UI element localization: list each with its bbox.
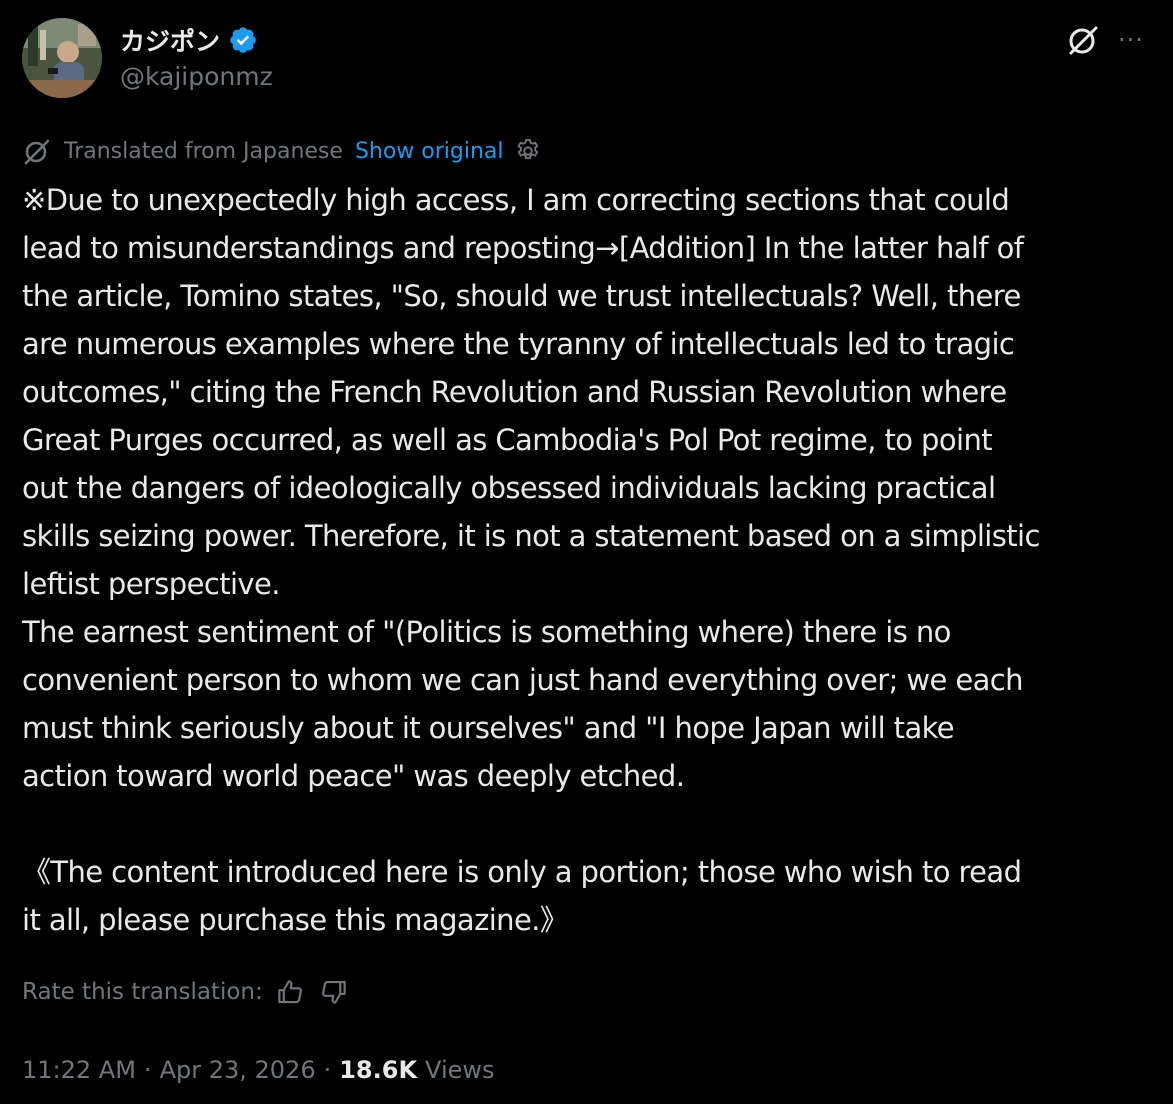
thumbs-down-icon[interactable]: [319, 977, 349, 1007]
author-handle[interactable]: @kajiponmz: [120, 62, 273, 91]
tweet-text-line: outcomes," citing the French Revolution …: [22, 375, 1007, 409]
views-label: Views: [425, 1056, 495, 1084]
views-count: 18.6K: [339, 1056, 418, 1084]
tweet-text-line: out the dangers of ideologically obsesse…: [22, 471, 996, 505]
tweet-text-line: lead to misunderstandings and reposting→…: [22, 231, 1024, 265]
tweet-text-line: [22, 800, 1157, 848]
grok-icon[interactable]: [1063, 20, 1103, 60]
tweet-text-line: it all, please purchase this magazine.》: [22, 903, 569, 937]
tweet-text: ※Due to unexpectedly high access, I am c…: [22, 176, 1157, 944]
rate-translation-label: Rate this translation:: [22, 979, 263, 1005]
meta-separator: ·: [323, 1056, 332, 1084]
post: カジポン @kajiponmz ··· Translated from Japa…: [0, 0, 1173, 1104]
translate-icon: [22, 136, 52, 166]
tweet-text-line: are numerous examples where the tyranny …: [22, 327, 1015, 361]
tweet-text-line: ※Due to unexpectedly high access, I am c…: [22, 183, 1010, 217]
rate-translation: Rate this translation:: [22, 972, 349, 1012]
tweet-text-line: action toward world peace" was deeply et…: [22, 759, 685, 793]
post-header: カジポン @kajiponmz ···: [22, 18, 1151, 102]
translation-bar: Translated from Japanese Show original: [22, 134, 542, 168]
show-original-link[interactable]: Show original: [355, 139, 504, 164]
post-date[interactable]: Apr 23, 2026: [160, 1056, 316, 1084]
tweet-text-line: must think seriously about it ourselves"…: [22, 711, 955, 745]
more-icon[interactable]: ···: [1111, 20, 1151, 60]
tweet-text-line: The earnest sentiment of "(Politics is s…: [22, 615, 951, 649]
post-meta: 11:22 AM · Apr 23, 2026 · 18.6K Views: [22, 1050, 495, 1090]
header-actions: ···: [1063, 20, 1151, 60]
display-name[interactable]: カジポン: [120, 22, 220, 58]
translated-from-label: Translated from Japanese: [64, 138, 343, 164]
tweet-text-line: convenient person to whom we can just ha…: [22, 663, 1023, 697]
display-name-row: カジポン: [120, 22, 273, 58]
tweet-text-line: the article, Tomino states, "So, should …: [22, 279, 1021, 313]
avatar[interactable]: [22, 18, 102, 98]
meta-separator: ·: [143, 1056, 152, 1084]
thumbs-up-icon[interactable]: [275, 977, 305, 1007]
verified-badge-icon[interactable]: [228, 25, 258, 55]
author-names: カジポン @kajiponmz: [120, 22, 273, 91]
tweet-text-line: leftist perspective.: [22, 567, 280, 601]
tweet-text-line: skills seizing power. Therefore, it is n…: [22, 519, 1040, 553]
settings-gear-icon[interactable]: [514, 137, 542, 165]
tweet-text-line: Great Purges occurred, as well as Cambod…: [22, 423, 993, 457]
post-time[interactable]: 11:22 AM: [22, 1056, 136, 1084]
tweet-text-line: 《The content introduced here is only a p…: [22, 855, 1022, 889]
